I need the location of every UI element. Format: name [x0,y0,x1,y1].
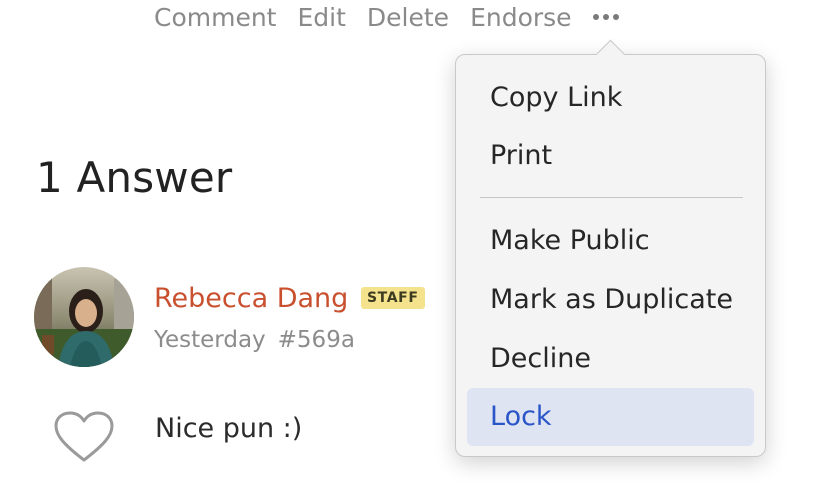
menu-caret [595,39,626,70]
menu-item-lock[interactable]: Lock [467,388,754,446]
menu-item-print[interactable]: Print [467,127,754,185]
avatar[interactable] [34,267,134,367]
answer-id[interactable]: #569a [278,327,355,353]
post-actions: Comment Edit Delete Endorse [154,2,623,32]
heart-icon[interactable] [53,410,115,464]
delete-button[interactable]: Delete [367,3,449,32]
answers-heading: 1 Answer [36,153,233,202]
more-actions-menu: Copy Link Print Make Public Mark as Dupl… [455,39,766,457]
menu-item-make-public[interactable]: Make Public [467,212,754,270]
endorse-button[interactable]: Endorse [470,3,572,32]
answer-time: Yesterday [154,327,266,353]
menu-item-copy-link[interactable]: Copy Link [467,69,754,127]
author-name[interactable]: Rebecca Dang [154,283,348,314]
answer-text: Nice pun :) [155,413,303,444]
page: Comment Edit Delete Endorse 1 Answer Reb… [0,0,824,496]
menu-item-decline[interactable]: Decline [467,330,754,388]
answer-meta: Yesterday #569a [154,327,355,353]
staff-badge: STAFF [361,287,425,309]
comment-button[interactable]: Comment [154,3,277,32]
ellipsis-icon[interactable] [592,2,623,32]
menu-separator [480,197,743,198]
edit-button[interactable]: Edit [298,3,346,32]
menu-item-mark-duplicate[interactable]: Mark as Duplicate [467,271,754,329]
